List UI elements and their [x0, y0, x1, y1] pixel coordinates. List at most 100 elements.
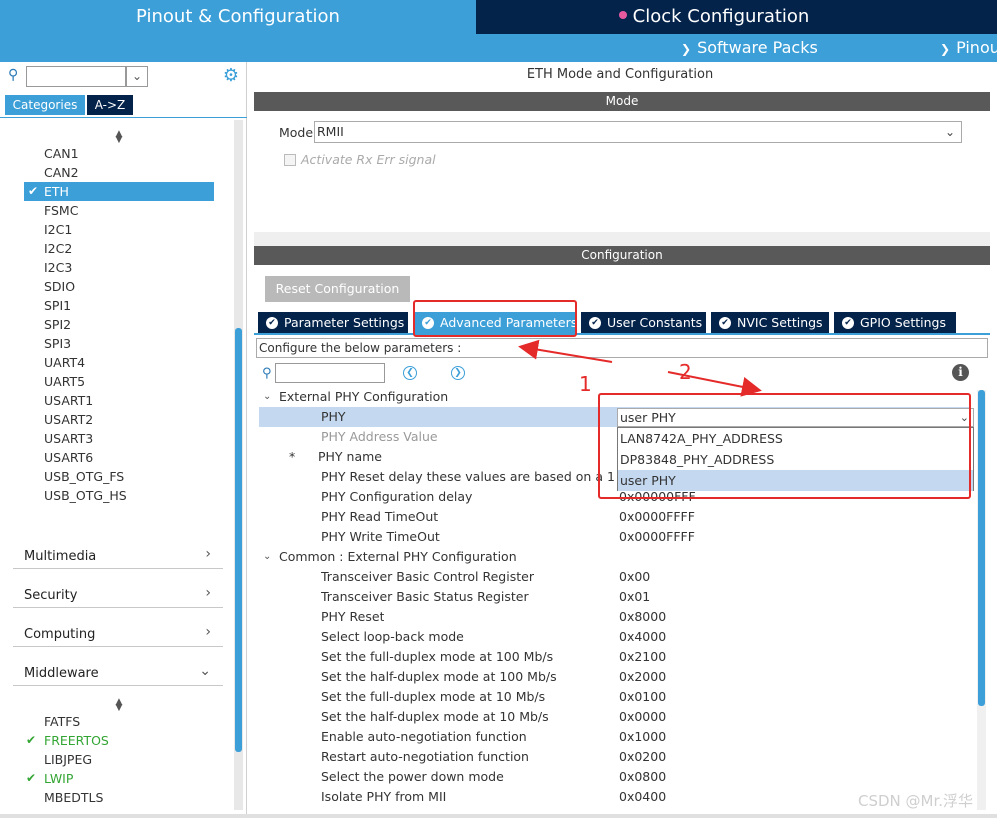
configure-hint: Configure the below parameters : [256, 338, 988, 358]
right-scrollbar-thumb[interactable] [978, 390, 985, 706]
category-item-usb-otg-fs[interactable]: USB_OTG_FS [44, 467, 124, 486]
chevron-right-icon: › [205, 546, 211, 562]
category-item-can2[interactable]: CAN2 [44, 163, 79, 182]
middleware-item-label: LWIP [44, 771, 74, 786]
category-search-input[interactable] [26, 66, 126, 87]
param-name: PHY Read TimeOut [321, 509, 439, 524]
mode-select[interactable]: RMII ⌄ [314, 121, 962, 143]
tab-a-to-z[interactable]: A->Z [87, 95, 133, 115]
param-row-phy-read-timeout[interactable]: PHY Read TimeOut 0x0000FFFF [259, 507, 971, 527]
category-item-fsmc[interactable]: FSMC [44, 201, 78, 220]
category-item-usart6[interactable]: USART6 [44, 448, 93, 467]
param-row[interactable]: Select the power down mode 0x0800 [259, 767, 971, 787]
search-next-icon[interactable]: ❯ [451, 366, 465, 380]
param-row[interactable]: Transceiver Basic Status Register 0x01 [259, 587, 971, 607]
tab-user-constants[interactable]: ✔ User Constants [581, 312, 706, 333]
category-item-can1[interactable]: CAN1 [44, 144, 79, 163]
param-value: 0x00 [619, 569, 651, 584]
required-marker: * [289, 449, 296, 464]
category-item-i2c1[interactable]: I2C1 [44, 220, 72, 239]
tab-parameter-settings[interactable]: ✔ Parameter Settings [258, 312, 408, 333]
param-row[interactable]: Set the full-duplex mode at 10 Mb/s 0x010… [259, 687, 971, 707]
section-common-external-phy[interactable]: ⌄ Common : External PHY Configuration [259, 547, 971, 567]
left-scrollbar-thumb[interactable] [235, 328, 242, 752]
param-row[interactable]: Set the full-duplex mode at 100 Mb/s 0x21… [259, 647, 971, 667]
category-item-uart5[interactable]: UART5 [44, 372, 85, 391]
watermark: CSDN @Mr.浮华 [858, 792, 974, 810]
gear-icon[interactable]: ⚙ [221, 66, 241, 86]
search-history-dropdown[interactable]: ⌄ [126, 66, 148, 87]
middleware-item-fatfs[interactable]: FATFS [44, 712, 80, 731]
param-value: 0x0000FFFF [619, 529, 695, 544]
middleware-item-freertos[interactable]: ✔ FREERTOS [26, 731, 109, 750]
param-row[interactable]: Enable auto-negotiation function 0x1000 [259, 727, 971, 747]
caret-down-icon: ⌄ [263, 391, 272, 402]
group-multimedia[interactable]: Multimedia › [13, 541, 223, 569]
category-item-eth[interactable]: ✔ ETH [24, 182, 214, 201]
check-icon: ✔ [26, 771, 37, 785]
param-value: 0x01 [619, 589, 651, 604]
category-item-usart1[interactable]: USART1 [44, 391, 93, 410]
info-icon[interactable]: i [952, 364, 969, 381]
category-item-spi1[interactable]: SPI1 [44, 296, 71, 315]
pinout-menu[interactable]: ❯ Pinout [940, 38, 997, 57]
tab-overflow[interactable] [952, 0, 997, 34]
middleware-item-libjpeg[interactable]: LIBJPEG [44, 750, 92, 769]
middleware-item-mbedtls[interactable]: MBEDTLS [44, 788, 103, 807]
annotation-box-tab [413, 300, 577, 337]
category-item-usart3[interactable]: USART3 [44, 429, 93, 448]
tab-nvic-settings[interactable]: ✔ NVIC Settings [711, 312, 829, 333]
software-packs-menu[interactable]: ❯ Software Packs [681, 38, 818, 57]
group-middleware[interactable]: Middleware ⌄ [13, 658, 223, 686]
scroll-up-icon[interactable]: ▲ ▼ [113, 130, 125, 145]
param-row[interactable]: Select loop-back mode 0x4000 [259, 627, 971, 647]
group-label: Computing [24, 627, 96, 642]
tabs-underline [254, 333, 990, 335]
category-item-spi3[interactable]: SPI3 [44, 334, 71, 353]
tab-label: GPIO Settings [860, 315, 946, 330]
param-name: Isolate PHY from MII [321, 789, 447, 804]
param-row-phy-write-timeout[interactable]: PHY Write TimeOut 0x0000FFFF [259, 527, 971, 547]
param-name: PHY Write TimeOut [321, 529, 440, 544]
tab-gpio-settings[interactable]: ✔ GPIO Settings [834, 312, 956, 333]
group-security[interactable]: Security › [13, 580, 223, 608]
param-name: Transceiver Basic Status Register [321, 589, 529, 604]
tab-categories[interactable]: Categories [5, 95, 85, 115]
param-row[interactable]: Restart auto-negotiation function 0x0200 [259, 747, 971, 767]
category-item-sdio[interactable]: SDIO [44, 277, 75, 296]
param-value: 0x0200 [619, 749, 667, 764]
param-name: Set the half-duplex mode at 10 Mb/s [321, 709, 549, 724]
param-row[interactable]: Transceiver Basic Control Register 0x00 [259, 567, 971, 587]
tab-pinout-configuration[interactable]: Pinout & Configuration [0, 0, 476, 34]
chevron-down-icon: ❯ [940, 42, 951, 56]
chevron-right-icon: › [205, 585, 211, 601]
reset-configuration-button[interactable]: Reset Configuration [265, 276, 410, 302]
category-item-spi2[interactable]: SPI2 [44, 315, 71, 334]
param-row[interactable]: Set the half-duplex mode at 10 Mb/s 0x000… [259, 707, 971, 727]
category-item-i2c3[interactable]: I2C3 [44, 258, 72, 277]
section-label: Common : External PHY Configuration [279, 549, 517, 564]
caret-down-icon: ⌄ [263, 551, 272, 562]
scroll-up-icon[interactable]: ▲ ▼ [113, 698, 125, 713]
check-icon: ✔ [28, 184, 39, 198]
check-circle-icon: ✔ [719, 316, 731, 329]
category-item-usart2[interactable]: USART2 [44, 410, 93, 429]
rx-err-checkbox[interactable] [284, 154, 296, 166]
category-item-i2c2[interactable]: I2C2 [44, 239, 72, 258]
mode-select-value: RMII [317, 124, 344, 139]
param-row[interactable]: PHY Reset 0x8000 [259, 607, 971, 627]
tab-clock-configuration[interactable]: Clock Configuration [477, 0, 951, 34]
param-value: 0x1000 [619, 729, 667, 744]
category-item-uart4[interactable]: UART4 [44, 353, 85, 372]
tab-label: Parameter Settings [284, 315, 405, 330]
param-name: Set the full-duplex mode at 10 Mb/s [321, 689, 546, 704]
param-row[interactable]: Set the half-duplex mode at 100 Mb/s 0x20… [259, 667, 971, 687]
group-computing[interactable]: Computing › [13, 619, 223, 647]
check-circle-icon: ✔ [842, 316, 854, 329]
parameter-search-input[interactable] [275, 363, 385, 383]
category-item-usb-otg-hs[interactable]: USB_OTG_HS [44, 486, 127, 505]
search-previous-icon[interactable]: ❮ [403, 366, 417, 380]
middleware-item-lwip[interactable]: ✔ LWIP [26, 769, 74, 788]
param-value: 0x2000 [619, 669, 667, 684]
mode-section-header: Mode [254, 92, 990, 111]
